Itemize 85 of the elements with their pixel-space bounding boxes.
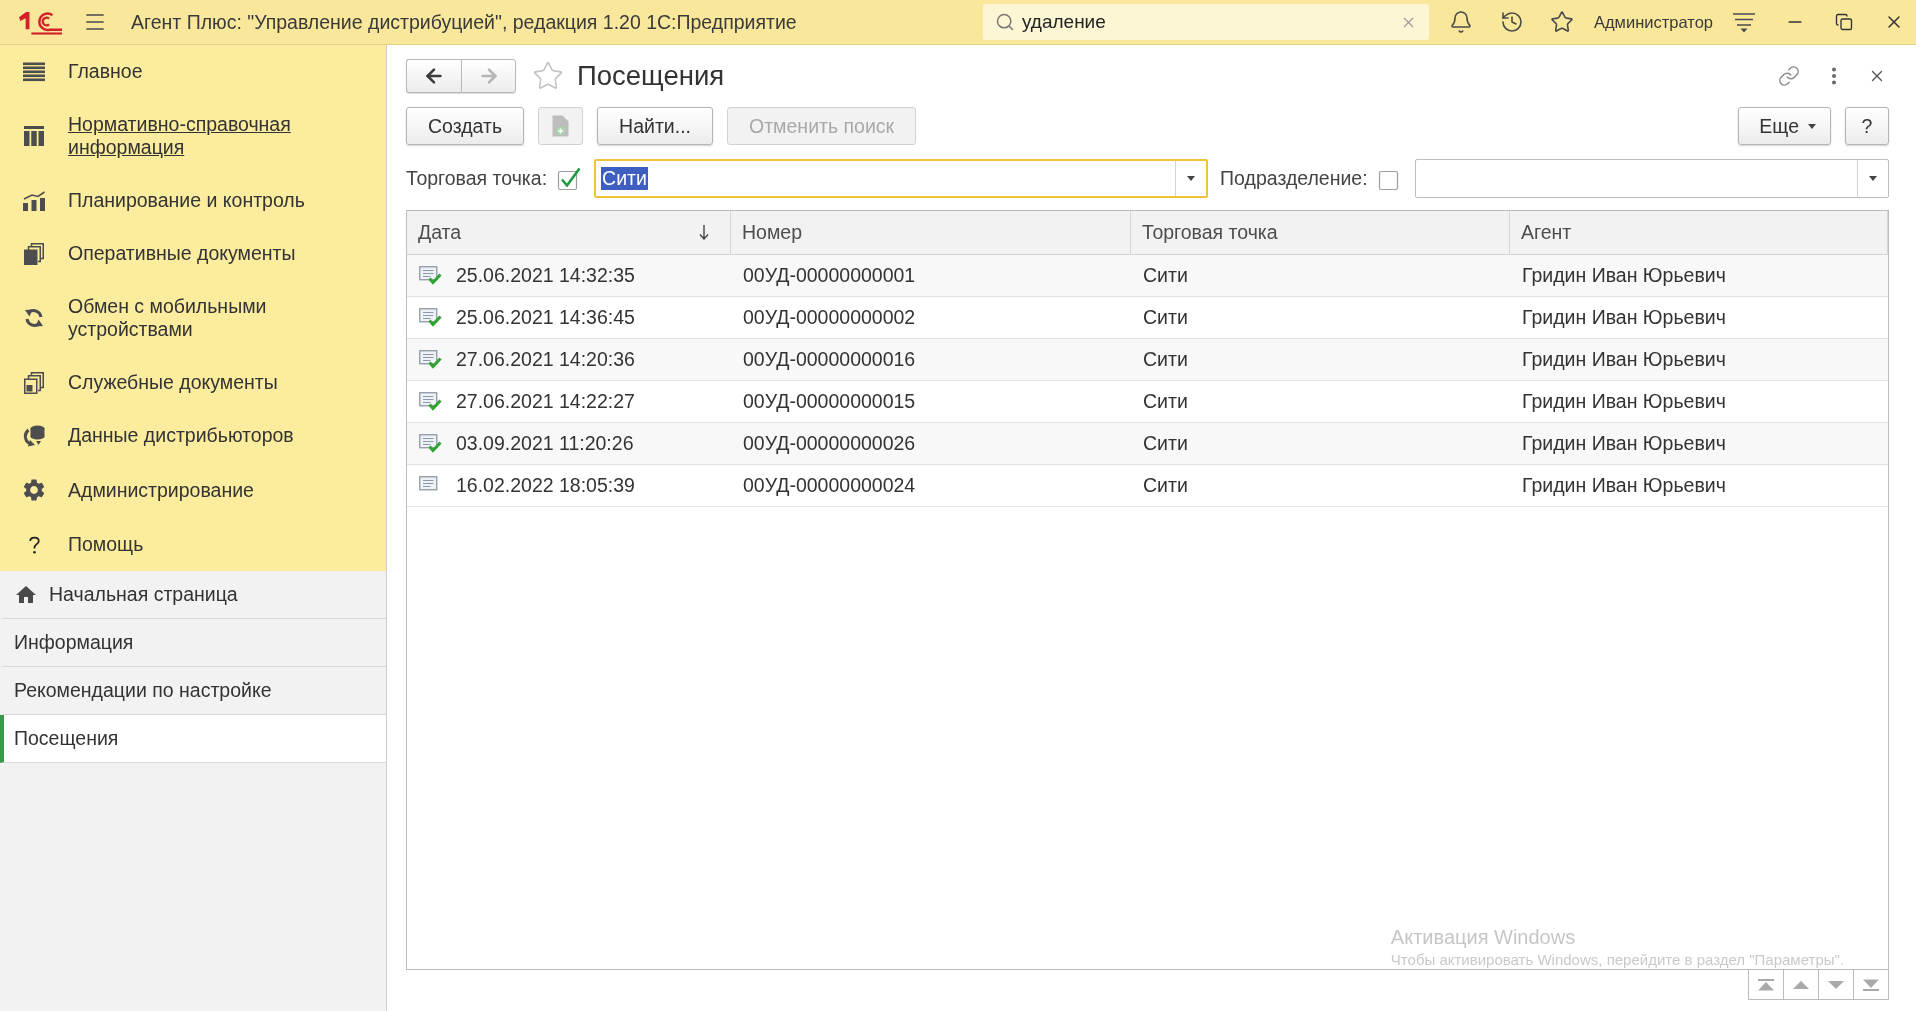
sidebar-section[interactable]: Нормативно-справочная информация bbox=[0, 98, 386, 174]
table-cell-text: Сити bbox=[1142, 390, 1189, 413]
table-cell: 25.06.2021 14:36:45 bbox=[456, 306, 635, 329]
table-cell-text: Гридин Иван Юрьевич bbox=[1521, 474, 1727, 497]
table-cell-text: Сити bbox=[1142, 474, 1189, 497]
open-page-tab[interactable]: Посещения bbox=[0, 715, 386, 763]
lines-icon bbox=[23, 61, 45, 82]
command-button[interactable]: Создать bbox=[406, 107, 525, 145]
table-cell-text: Сити bbox=[1142, 264, 1189, 287]
filter-label: Торговая точка: bbox=[406, 167, 548, 190]
caret-icon bbox=[1187, 176, 1196, 181]
table-cell-text: Гридин Иван Юрьевич bbox=[1521, 264, 1727, 287]
more-button[interactable]: Еще bbox=[1738, 107, 1831, 145]
filter-label: Подразделение: bbox=[1220, 167, 1368, 190]
columns-icon bbox=[24, 126, 44, 146]
sidebar-section[interactable]: Оперативные документы bbox=[0, 227, 386, 280]
triangle-down-icon bbox=[1828, 980, 1844, 989]
table-row[interactable]: 03.09.2021 11:20:26 00УД-00000000026 Сити Гридин Иван Юрьевич bbox=[407, 423, 1888, 465]
form-title: Посещения bbox=[577, 60, 725, 92]
documents-icon bbox=[24, 242, 44, 265]
user-name[interactable]: Администратор bbox=[1593, 12, 1713, 32]
link-icon[interactable] bbox=[1778, 65, 1800, 87]
table-cell-text: 00УД-00000000016 bbox=[742, 348, 917, 371]
table-cell: 27.06.2021 14:20:36 bbox=[456, 348, 635, 371]
gear-icon bbox=[21, 477, 47, 503]
table-cell-text: 00УД-00000000001 bbox=[742, 264, 917, 287]
sidebar-section[interactable]: Служебные документы bbox=[0, 356, 386, 409]
table-cell: 03.09.2021 11:20:26 bbox=[456, 432, 634, 455]
triangle-down-bar-icon bbox=[1863, 978, 1879, 991]
help-button[interactable]: ? bbox=[1845, 107, 1889, 145]
sidebar-section[interactable]: Данные дистрибьюторов bbox=[0, 409, 386, 462]
table-cell-text: 00УД-00000000024 bbox=[742, 474, 917, 497]
column-header[interactable]: Дата bbox=[418, 221, 462, 244]
star-icon[interactable] bbox=[532, 60, 564, 92]
sidebar-section[interactable]: Планирование и контроль bbox=[0, 174, 386, 227]
question-mark-icon bbox=[28, 535, 40, 554]
database-sync-icon bbox=[23, 424, 45, 447]
filter-field[interactable]: Сити bbox=[594, 159, 1209, 198]
back-button[interactable] bbox=[406, 59, 461, 93]
list-dropdown-icon[interactable] bbox=[1733, 11, 1755, 33]
column-header[interactable]: Агент bbox=[1521, 221, 1572, 244]
table-cell-text: Сити bbox=[1142, 348, 1189, 371]
sidebar-section[interactable]: Главное bbox=[0, 45, 386, 98]
filter-field[interactable] bbox=[1414, 159, 1889, 198]
table-cell-text: 00УД-00000000002 bbox=[742, 306, 917, 329]
checkbox[interactable] bbox=[557, 166, 582, 191]
caret-icon bbox=[1869, 176, 1877, 181]
window-title: Агент Плюс: "Управление дистрибуцией", редакция 1.20 1С:Предприятие bbox=[131, 10, 798, 34]
bar-triangle-up-icon bbox=[1758, 978, 1774, 991]
activation-title: Активация Windows bbox=[1390, 926, 1577, 949]
history-icon[interactable] bbox=[1499, 10, 1524, 34]
arrow-left-icon bbox=[423, 65, 445, 87]
caret-icon bbox=[1808, 123, 1816, 129]
table-cell-text: Гридин Иван Юрьевич bbox=[1521, 306, 1727, 329]
document-stack-icon bbox=[24, 371, 44, 394]
restore-icon[interactable] bbox=[1835, 13, 1853, 31]
table-cell-text: Гридин Иван Юрьевич bbox=[1521, 348, 1727, 371]
sidebar-section[interactable]: Обмен с мобильными устройствами bbox=[0, 280, 386, 356]
sidebar-section[interactable]: Помощь bbox=[0, 518, 386, 571]
triangle-up-icon bbox=[1793, 980, 1809, 989]
star-icon[interactable] bbox=[1549, 10, 1574, 34]
scroll-first-button[interactable] bbox=[1748, 970, 1784, 1000]
column-header[interactable]: Номер bbox=[742, 221, 803, 244]
table-cell-text: Гридин Иван Юрьевич bbox=[1521, 432, 1727, 455]
command-button[interactable]: Найти... bbox=[597, 107, 713, 145]
table-cell: 16.02.2022 18:05:39 bbox=[456, 474, 635, 497]
refresh-icon bbox=[23, 307, 45, 329]
search-icon bbox=[994, 12, 1015, 32]
bell-icon[interactable] bbox=[1448, 10, 1473, 34]
table-cell-text: Гридин Иван Юрьевич bbox=[1521, 390, 1727, 413]
table-cell: 27.06.2021 14:22:27 bbox=[456, 390, 635, 413]
sidebar-section[interactable]: Администрирование bbox=[0, 462, 386, 518]
document-plus-icon bbox=[552, 115, 570, 137]
table-cell-text: Сити bbox=[1142, 306, 1189, 329]
table-cell: 25.06.2021 14:32:35 bbox=[456, 264, 635, 287]
table-row[interactable]: 27.06.2021 14:20:36 00УД-00000000016 Сити Гридин Иван Юрьевич bbox=[407, 339, 1888, 381]
scroll-last-button[interactable] bbox=[1853, 970, 1889, 1000]
table-cell-text: Сити bbox=[1142, 432, 1189, 455]
bar-chart-icon bbox=[23, 190, 45, 211]
logo-icon[interactable] bbox=[18, 9, 62, 35]
column-header[interactable]: Торговая точка bbox=[1142, 221, 1278, 244]
table-cell-text: 00УД-00000000015 bbox=[742, 390, 917, 413]
table-row[interactable]: 25.06.2021 14:32:35 00УД-00000000001 Сити Гридин Иван Юрьевич bbox=[407, 255, 1888, 297]
search-field[interactable]: удаление bbox=[982, 4, 1429, 40]
table-cell-text: 00УД-00000000026 bbox=[742, 432, 917, 455]
